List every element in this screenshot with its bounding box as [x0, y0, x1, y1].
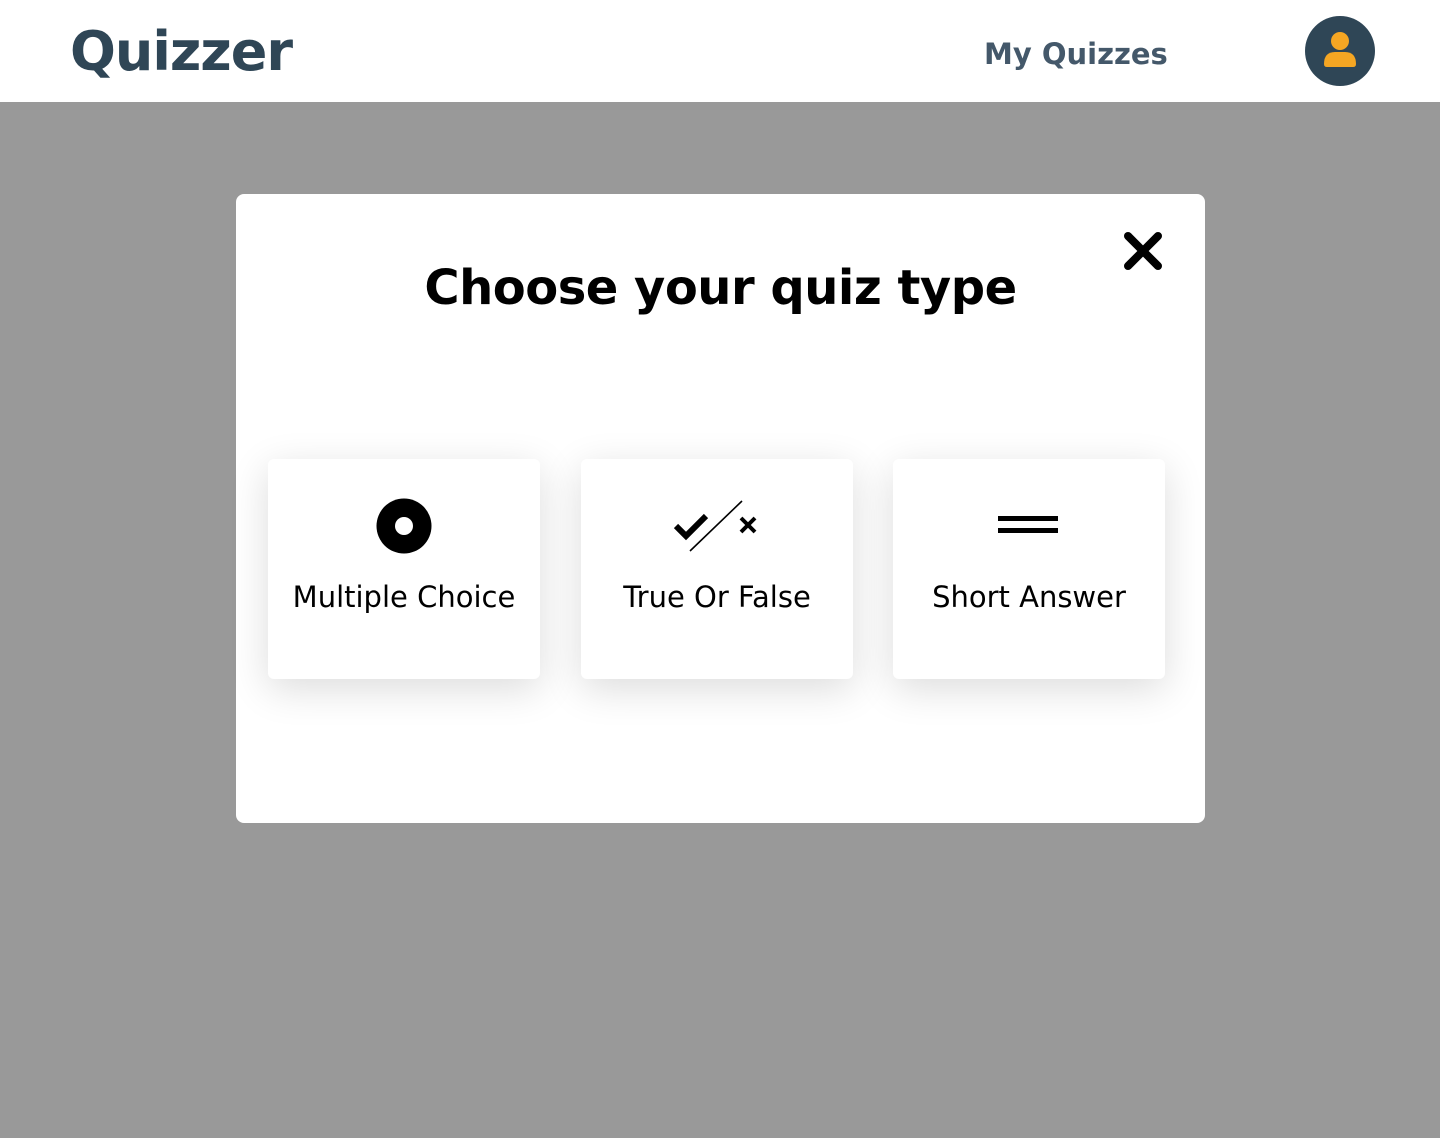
option-label: Short Answer [932, 580, 1126, 614]
option-short-answer[interactable]: Short Answer [893, 459, 1165, 679]
my-quizzes-link[interactable]: My Quizzes [984, 34, 1168, 74]
radio-button-icon [376, 498, 432, 554]
equals-lines-icon [998, 516, 1058, 533]
option-true-or-false[interactable]: True Or False [581, 459, 853, 679]
user-icon [1324, 32, 1356, 67]
close-button[interactable] [1118, 226, 1168, 276]
avatar-button[interactable] [1305, 16, 1375, 86]
option-label: Multiple Choice [292, 580, 516, 614]
option-multiple-choice[interactable]: Multiple Choice [268, 459, 540, 679]
top-navbar: Quizzer My Quizzes [0, 0, 1440, 102]
close-icon [1124, 232, 1162, 270]
modal-title: Choose your quiz type [424, 260, 1017, 316]
brand-logo[interactable]: Quizzer [70, 20, 293, 84]
option-label: True Or False [623, 580, 811, 614]
check-slash-x-icon [673, 500, 757, 552]
